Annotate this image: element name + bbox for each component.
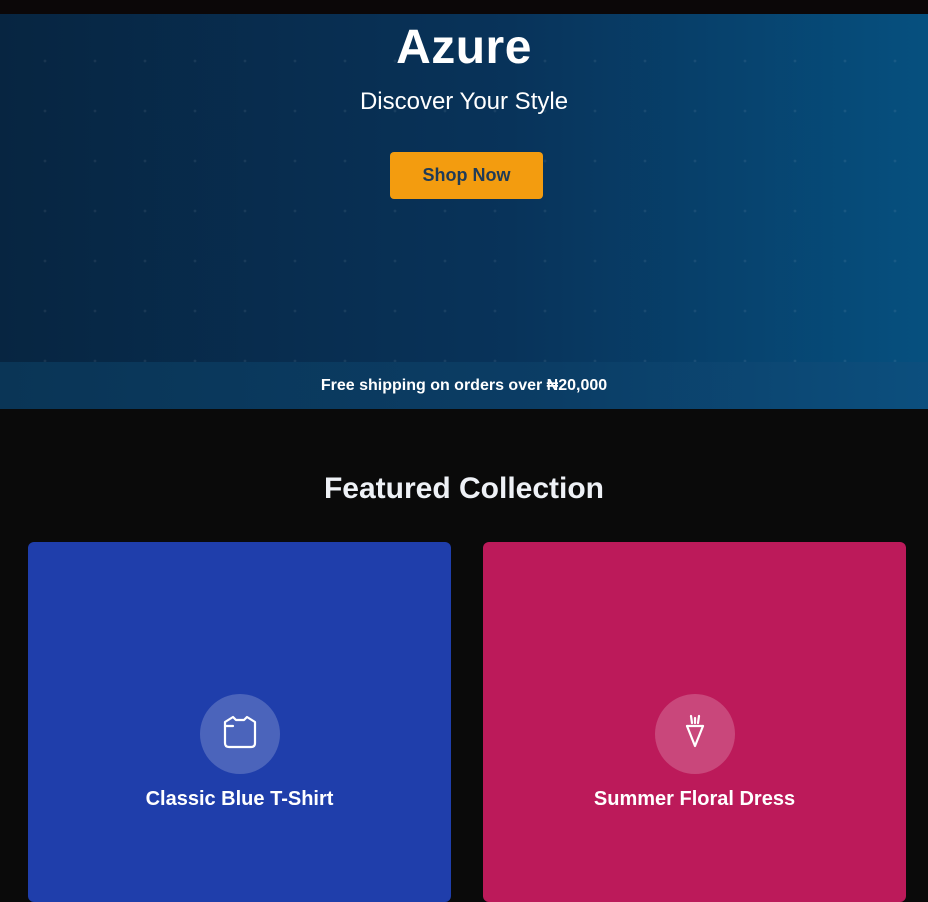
dress-icon (679, 714, 711, 755)
hero-title: Azure (396, 21, 532, 74)
product-icon-badge (200, 694, 280, 774)
shop-now-button[interactable]: Shop Now (390, 152, 543, 199)
hero-banner: Azure Discover Your Style Shop Now (0, 14, 928, 362)
product-icon-badge (655, 694, 735, 774)
shipping-banner: Free shipping on orders over ₦20,000 (0, 362, 928, 409)
top-bar (0, 0, 928, 14)
hero-subtitle: Discover Your Style (359, 88, 569, 115)
product-name: Classic Blue T-Shirt (145, 788, 334, 810)
product-card-classic-blue-tshirt[interactable]: Classic Blue T-Shirt (28, 542, 451, 902)
product-name: Summer Floral Dress (593, 788, 796, 810)
tshirt-icon (221, 713, 259, 756)
product-card-summer-floral-dress[interactable]: Summer Floral Dress (483, 542, 906, 902)
section-title: Featured Collection (323, 472, 605, 505)
shipping-banner-text: Free shipping on orders over ₦20,000 (320, 376, 608, 394)
